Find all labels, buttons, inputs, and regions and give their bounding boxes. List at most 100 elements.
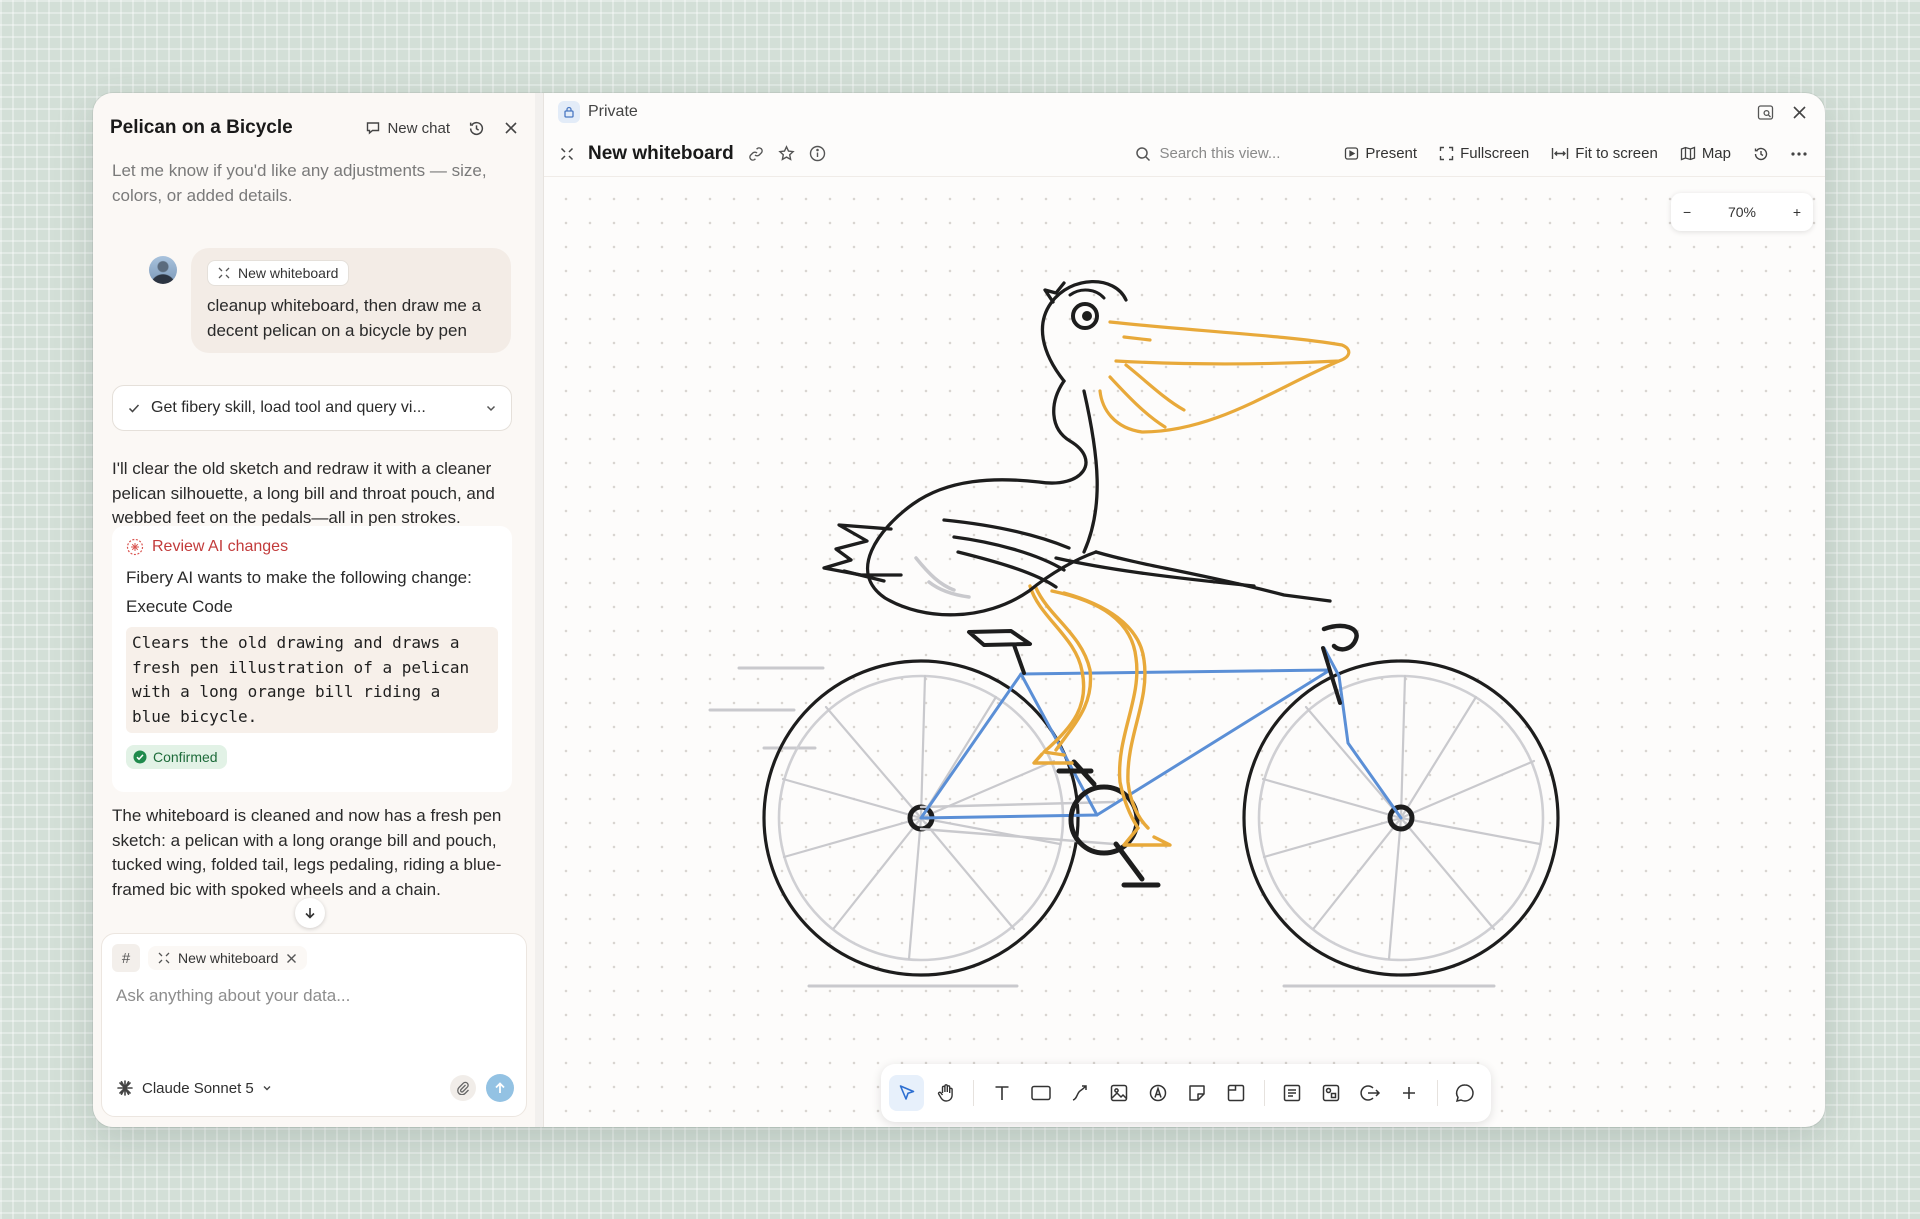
check-circle-icon <box>133 750 147 764</box>
new-chat-button[interactable]: New chat <box>365 120 450 137</box>
present-button[interactable]: Present <box>1344 145 1417 162</box>
confirmed-label: Confirmed <box>153 749 218 765</box>
map-icon <box>1680 146 1696 161</box>
frame-tool[interactable] <box>1219 1075 1254 1111</box>
chevron-down-icon <box>262 1083 272 1093</box>
composer-context: # New whiteboard <box>112 944 308 972</box>
pelican-bicycle-drawing[interactable] <box>544 177 1825 1127</box>
pen-tool[interactable] <box>1140 1075 1175 1111</box>
close-board-icon[interactable] <box>1792 105 1807 120</box>
history-icon[interactable] <box>468 120 485 137</box>
app-window: Pelican on a Bicycle New chat Let me kno… <box>93 93 1825 1127</box>
info-icon[interactable] <box>809 145 826 162</box>
ai-sparkle-icon <box>126 538 144 556</box>
board-toolbar: New whiteboard Search this view... Prese… <box>544 131 1825 177</box>
add-tool[interactable] <box>1392 1075 1427 1111</box>
map-button[interactable]: Map <box>1680 145 1731 162</box>
context-chip-label: New whiteboard <box>178 950 279 966</box>
speed-lines <box>708 666 1496 988</box>
hash-button[interactable]: # <box>112 944 140 972</box>
chat-header: Pelican on a Bicycle New chat <box>93 93 535 163</box>
review-description: Fibery AI wants to make the following ch… <box>126 568 472 587</box>
title-actions <box>748 145 1136 162</box>
scroll-down-button[interactable] <box>295 898 325 928</box>
fit-to-screen-button[interactable]: Fit to screen <box>1551 145 1658 162</box>
chevron-down-icon <box>485 402 497 414</box>
share-tool[interactable] <box>1353 1075 1388 1111</box>
arrow-up-icon <box>493 1081 507 1095</box>
review-action: Execute Code <box>126 597 233 616</box>
pelican-legs <box>1028 584 1172 847</box>
star-icon[interactable] <box>778 145 795 162</box>
present-label: Present <box>1365 145 1418 162</box>
seat <box>967 623 1359 705</box>
card-tool[interactable] <box>1275 1075 1310 1111</box>
board-history-icon[interactable] <box>1753 146 1769 162</box>
new-chat-icon <box>365 120 381 136</box>
chat-panel: Pelican on a Bicycle New chat Let me kno… <box>93 93 535 1127</box>
toolbar-divider <box>1263 1080 1265 1106</box>
code-block: Clears the old drawing and draws a fresh… <box>126 627 498 733</box>
window-controls <box>1757 104 1807 121</box>
shape-tool[interactable] <box>1023 1075 1058 1111</box>
fullscreen-button[interactable]: Fullscreen <box>1439 145 1529 162</box>
user-message-bubble: New whiteboard cleanup whiteboard, then … <box>191 248 511 353</box>
model-selector[interactable]: Claude Sonnet 5 <box>116 1079 450 1097</box>
select-tool[interactable] <box>889 1075 925 1111</box>
chat-input[interactable] <box>116 986 514 1006</box>
chat-title: Pelican on a Bicycle <box>110 117 293 138</box>
link-icon[interactable] <box>748 146 764 162</box>
open-in-window-icon[interactable] <box>1757 104 1774 121</box>
map-label: Map <box>1701 145 1731 162</box>
whiteboard-canvas[interactable]: − 70% + <box>544 177 1825 1127</box>
pelican-eye <box>1068 288 1106 330</box>
user-message-text: cleanup whiteboard, then draw me a decen… <box>207 296 482 340</box>
plus-icon <box>1400 1084 1418 1102</box>
check-icon <box>127 401 141 415</box>
tool-step-label: Get fibery skill, load tool and query vi… <box>151 399 426 416</box>
composer: # New whiteboard Claude Son <box>101 933 527 1117</box>
connector-tool[interactable] <box>1062 1075 1097 1111</box>
search-field[interactable]: Search this view... <box>1135 145 1280 162</box>
document-card-icon <box>1282 1083 1302 1103</box>
context-chip[interactable]: New whiteboard <box>148 946 308 970</box>
visibility-indicator[interactable]: Private <box>558 101 1757 123</box>
search-placeholder: Search this view... <box>1159 145 1281 162</box>
search-icon <box>1135 146 1151 162</box>
fit-width-icon <box>1551 146 1569 161</box>
attach-button[interactable] <box>450 1075 476 1101</box>
text-tool[interactable] <box>984 1075 1019 1111</box>
fit-to-screen-label: Fit to screen <box>1575 145 1658 162</box>
model-label: Claude Sonnet 5 <box>142 1079 254 1097</box>
paperclip-icon <box>456 1081 470 1095</box>
hand-tool[interactable] <box>928 1075 963 1111</box>
present-icon <box>1344 146 1359 161</box>
composer-footer: Claude Sonnet 5 <box>116 1074 514 1102</box>
assistant-message-result: The whiteboard is cleaned and now has a … <box>112 806 502 899</box>
whiteboard-icon <box>560 147 574 161</box>
image-tool[interactable] <box>1101 1075 1136 1111</box>
pelican-bill <box>1098 320 1351 434</box>
assistant-message-plan: I'll clear the old sketch and redraw it … <box>112 459 495 527</box>
board-title[interactable]: New whiteboard <box>588 143 734 165</box>
arrow-down-icon <box>303 906 317 920</box>
send-button[interactable] <box>486 1074 514 1102</box>
comment-bubble-icon <box>1454 1082 1476 1104</box>
whiteboard-icon <box>158 952 170 964</box>
more-options-icon[interactable] <box>1791 151 1807 156</box>
embed-tool[interactable] <box>1314 1075 1349 1111</box>
tool-step-collapsible[interactable]: Get fibery skill, load tool and query vi… <box>112 385 512 431</box>
comment-tool[interactable] <box>1448 1075 1483 1111</box>
fullscreen-icon <box>1439 146 1454 161</box>
drawing-toolbar <box>881 1064 1491 1122</box>
sticky-note-tool[interactable] <box>1180 1075 1215 1111</box>
entity-icon <box>1321 1083 1341 1103</box>
close-chat-icon[interactable] <box>503 120 519 136</box>
chat-messages[interactable]: Let me know if you'd like any adjustment… <box>93 163 535 1023</box>
review-header: Review AI changes <box>126 538 498 556</box>
whiteboard-icon <box>218 267 230 279</box>
review-title: Review AI changes <box>152 538 289 555</box>
new-chat-label: New chat <box>387 119 450 137</box>
remove-chip-icon[interactable] <box>286 953 297 964</box>
whiteboard-chip[interactable]: New whiteboard <box>207 260 350 286</box>
